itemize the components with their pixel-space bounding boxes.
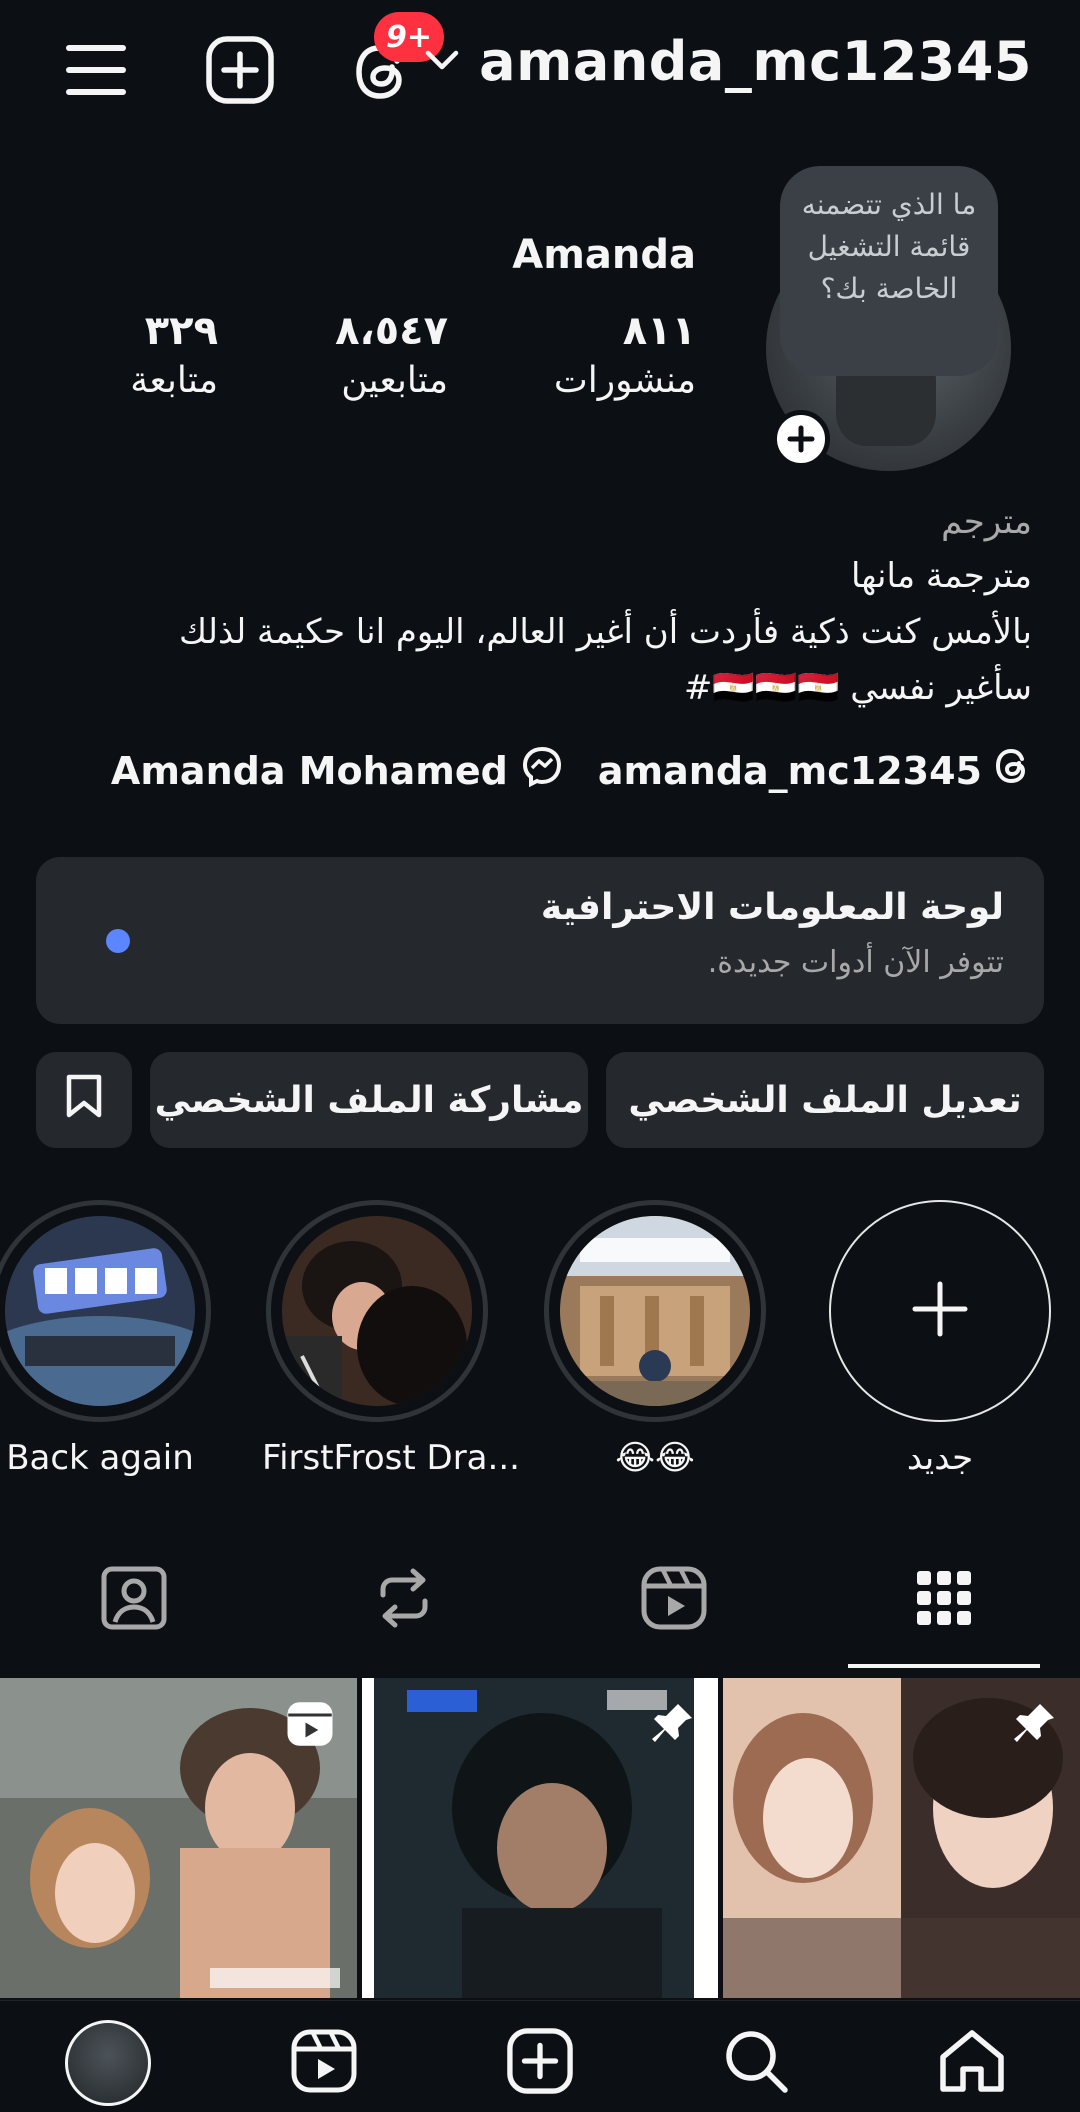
profile-category: مترجم	[941, 502, 1032, 542]
note-bubble[interactable]: ما الذي تتضمنه قائمة التشغيل الخاصة بك؟	[780, 166, 998, 376]
threads-link-label: amanda_mc12345	[597, 748, 982, 793]
highlight-label: Back again	[6, 1438, 194, 1478]
account-switcher[interactable]: amanda_mc12345	[425, 30, 1032, 93]
facebook-link-label: Amanda Mohamed	[110, 748, 508, 793]
bio-line: مترجمة مانها	[850, 556, 1032, 596]
repost-icon	[373, 1567, 435, 1633]
highlight-item[interactable]: Back again	[0, 1200, 215, 1482]
bottom-navigation	[0, 2000, 1080, 2112]
dashboard-subtitle: تتوفر الآن أدوات جديدة.	[707, 945, 1004, 980]
highlight-item[interactable]: FirstFrost Dra...	[262, 1200, 520, 1482]
share-profile-button[interactable]: مشاركة الملف الشخصي	[150, 1052, 588, 1148]
nav-search[interactable]	[712, 2019, 800, 2107]
highlight-cover	[5, 1216, 195, 1406]
highlight-ring	[0, 1200, 211, 1422]
profile-avatar-small	[65, 2020, 151, 2106]
highlight-item[interactable]: 😂😂	[540, 1200, 770, 1482]
highlight-cover	[282, 1216, 472, 1406]
nav-profile[interactable]	[64, 2019, 152, 2107]
home-icon	[937, 2027, 1007, 2099]
pin-icon	[1012, 1700, 1058, 1750]
highlight-label: FirstFrost Dra...	[262, 1438, 520, 1478]
highlight-new[interactable]: جديد	[825, 1200, 1055, 1482]
facebook-messenger-icon	[520, 744, 564, 797]
grid-icon	[915, 1569, 973, 1631]
posts-label: منشورات	[553, 360, 696, 401]
plus-icon	[910, 1279, 970, 1343]
highlight-label: جديد	[906, 1438, 974, 1478]
following-count: ٣٢٩	[144, 308, 218, 354]
bio: مترجم مترجمة مانها بالأمس كنت ذكية فأردت…	[52, 496, 1032, 716]
post-tile[interactable]	[0, 1678, 357, 1998]
pin-icon	[650, 1700, 696, 1750]
reels-icon	[641, 1566, 707, 1634]
chevron-down-icon	[425, 49, 459, 75]
bio-line: بالأمس كنت ذكية فأردت أن أغير العالم، ال…	[179, 612, 1032, 652]
tagged-person-icon	[101, 1566, 167, 1634]
create-icon	[507, 2028, 573, 2098]
tab-grid[interactable]	[836, 1548, 1052, 1652]
tab-reels[interactable]	[566, 1548, 782, 1652]
nav-create[interactable]	[496, 2019, 584, 2107]
new-indicator-dot	[106, 929, 130, 953]
posts-grid	[0, 1678, 1080, 1998]
display-name: Amanda	[512, 232, 696, 278]
active-tab-indicator	[848, 1664, 1040, 1668]
threads-link[interactable]: amanda_mc12345	[598, 745, 1032, 796]
dashboard-title: لوحة المعلومات الاحترافية	[540, 887, 1004, 928]
stat-followers[interactable]: ٨،٥٤٧ متابعين	[335, 306, 448, 406]
search-icon	[723, 2028, 789, 2098]
stat-following[interactable]: ٣٢٩ متابعة	[130, 306, 218, 406]
nav-home[interactable]	[928, 2019, 1016, 2107]
tab-reposts[interactable]	[296, 1548, 512, 1652]
highlight-cover	[560, 1216, 750, 1406]
create-post-icon[interactable]	[200, 30, 280, 110]
post-tile[interactable]	[362, 1678, 718, 1998]
saved-button[interactable]	[36, 1052, 132, 1148]
bookmark-icon	[64, 1073, 104, 1128]
facebook-link[interactable]: Amanda Mohamed	[111, 744, 564, 797]
top-bar: 9+ amanda_mc12345	[0, 0, 1080, 140]
followers-label: متابعين	[341, 360, 448, 401]
following-label: متابعة	[130, 360, 218, 401]
tab-tagged[interactable]	[26, 1548, 242, 1652]
post-tile[interactable]	[723, 1678, 1080, 1998]
username: amanda_mc12345	[479, 30, 1032, 93]
reel-badge-icon	[285, 1700, 335, 1752]
professional-dashboard-card[interactable]: لوحة المعلومات الاحترافية تتوفر الآن أدو…	[36, 857, 1044, 1024]
threads-small-icon	[994, 745, 1032, 796]
highlight-ring	[266, 1200, 488, 1422]
highlight-label: 😂😂	[615, 1438, 695, 1478]
reels-icon	[291, 2029, 357, 2097]
hamburger-menu-icon[interactable]	[56, 30, 136, 110]
posts-count: ٨١١	[622, 308, 696, 354]
followers-count: ٨،٥٤٧	[335, 308, 448, 354]
highlight-ring	[544, 1200, 766, 1422]
nav-reels[interactable]	[280, 2019, 368, 2107]
new-highlight-ring	[829, 1200, 1051, 1422]
bio-line: سأغير نفسي 🇪🇬🇪🇬🇪🇬#	[683, 668, 1032, 708]
profile-links: Amanda Mohamed amanda_mc12345	[111, 744, 1032, 797]
edit-profile-button[interactable]: تعديل الملف الشخصي	[606, 1052, 1044, 1148]
add-story-icon[interactable]	[772, 410, 830, 468]
stat-posts[interactable]: ٨١١ منشورات	[554, 306, 696, 406]
